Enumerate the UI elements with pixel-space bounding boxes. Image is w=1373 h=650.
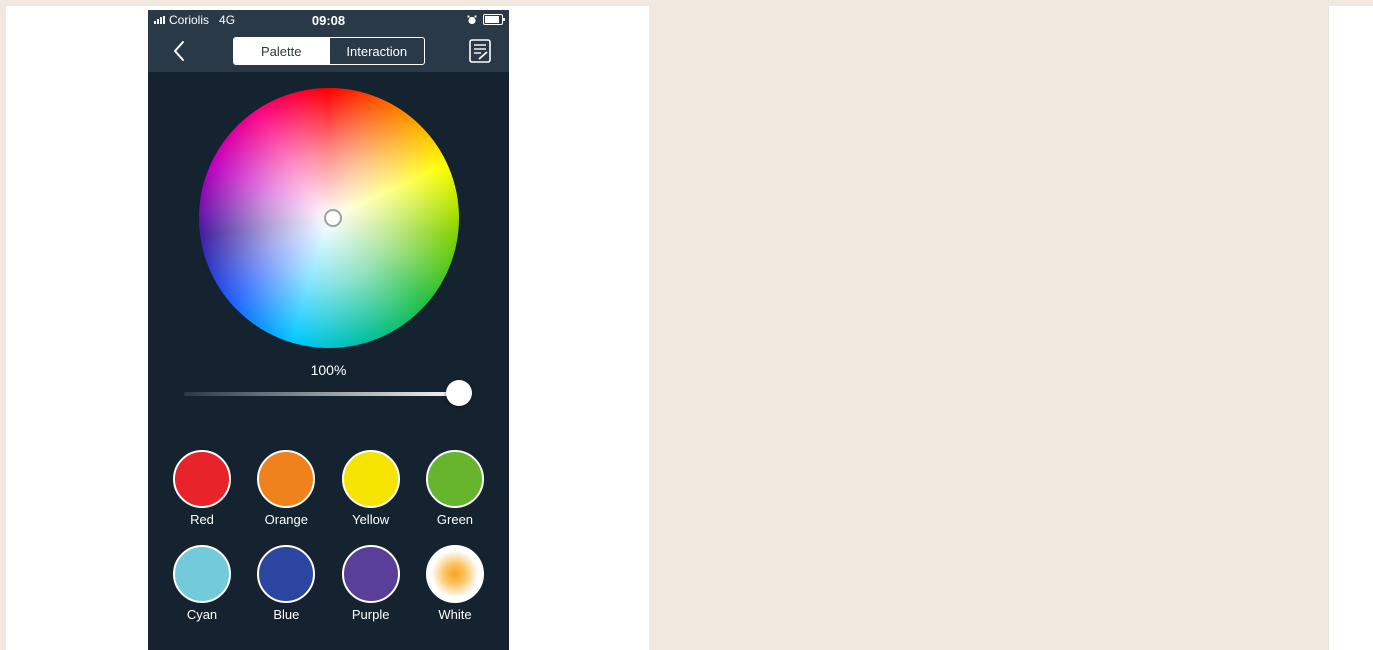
swatch-red[interactable]: Red [172, 450, 232, 527]
swatch-label: White [438, 607, 472, 622]
brightness-slider[interactable] [184, 392, 469, 396]
tab-palette[interactable]: Palette [234, 38, 329, 64]
edit-notes-icon[interactable] [468, 38, 492, 64]
alarm-icon [467, 15, 477, 24]
brightness-slider-thumb[interactable] [446, 380, 472, 406]
segmented-control: Palette Interaction [233, 37, 425, 65]
swatch-circle [425, 545, 484, 603]
swatch-white[interactable]: White [425, 545, 485, 622]
swatch-yellow[interactable]: Yellow [341, 450, 401, 527]
frame-left-border [0, 6, 6, 650]
back-icon[interactable] [168, 39, 192, 63]
swatch-circle [341, 545, 400, 603]
swatch-circle [341, 450, 400, 508]
swatch-label: Yellow [352, 512, 390, 527]
swatch-orange[interactable]: Orange [256, 450, 316, 527]
swatch-row: Red Orange Yellow Green [148, 450, 509, 527]
status-right [467, 14, 505, 25]
swatch-green[interactable]: Green [425, 450, 485, 527]
swatch-circle [173, 545, 231, 603]
swatch-purple[interactable]: Purple [341, 545, 401, 622]
swatch-circle [425, 450, 484, 508]
nav-bar: Palette Interaction [148, 30, 509, 72]
swatch-circle [257, 545, 316, 603]
swatch-row: Cyan Blue Purple White [148, 545, 509, 622]
status-bar: Coriolis 4G 09:08 [148, 10, 509, 30]
swatch-cyan[interactable]: Cyan [172, 545, 232, 622]
swatch-label: Red [190, 512, 214, 527]
swatch-label: Blue [273, 607, 300, 622]
beige-panel [649, 6, 1328, 650]
swatch-blue[interactable]: Blue [256, 545, 316, 622]
battery-icon [483, 14, 505, 25]
status-time: 09:08 [311, 13, 346, 28]
phone-screen: Coriolis 4G 09:08 Palette Interaction 10… [148, 10, 509, 650]
swatch-label: Purple [351, 607, 390, 622]
color-wheel-cursor[interactable] [324, 209, 342, 227]
swatch-circle [173, 450, 231, 508]
swatch-circle [257, 450, 316, 508]
swatch-label: Cyan [186, 607, 218, 622]
color-presets: Red Orange Yellow Green Cyan Blue Purple… [148, 450, 509, 640]
brightness-percent: 100% [310, 362, 347, 378]
tab-interaction[interactable]: Interaction [328, 38, 425, 64]
swatch-label: Orange [264, 512, 309, 527]
right-strip [1328, 6, 1367, 650]
swatch-label: Green [436, 512, 474, 527]
